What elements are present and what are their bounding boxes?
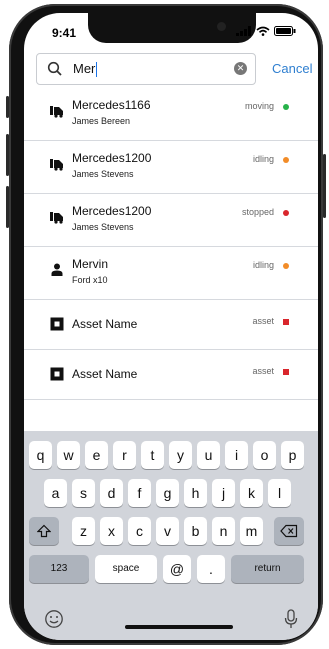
item-subtitle: James Stevens bbox=[72, 222, 134, 232]
search-icon bbox=[47, 61, 62, 76]
status-time: 9:41 bbox=[52, 26, 77, 40]
key-c[interactable]: c bbox=[128, 517, 151, 545]
space-key[interactable]: space bbox=[95, 555, 157, 583]
key-f[interactable]: f bbox=[128, 479, 151, 507]
backspace-icon bbox=[280, 524, 298, 538]
list-item[interactable]: Mercedes1166 James Bereen moving bbox=[24, 88, 318, 141]
asset-square-icon bbox=[50, 367, 64, 381]
key-d[interactable]: d bbox=[100, 479, 123, 507]
home-indicator[interactable] bbox=[125, 625, 233, 629]
battery-icon bbox=[274, 26, 296, 36]
cancel-button[interactable]: Cancel bbox=[272, 61, 312, 76]
truck-icon bbox=[50, 159, 63, 171]
key-r[interactable]: r bbox=[113, 441, 136, 469]
dot-key[interactable]: . bbox=[197, 555, 225, 583]
item-title: Asset Name bbox=[72, 317, 138, 331]
power-button bbox=[323, 154, 326, 218]
screen: 9:41 Mer ✕ Cancel Mercedes1166 James Ber… bbox=[24, 13, 318, 640]
wifi-icon bbox=[256, 26, 270, 36]
key-l[interactable]: l bbox=[268, 479, 291, 507]
list-item[interactable]: Asset Name asset bbox=[24, 350, 318, 400]
item-subtitle: James Stevens bbox=[72, 169, 134, 179]
keyboard: q w e r t y u i o p a s d f g h j k l z … bbox=[24, 431, 318, 640]
item-subtitle: James Bereen bbox=[72, 116, 131, 126]
volume-down-button bbox=[6, 186, 9, 228]
status-icons bbox=[236, 26, 296, 36]
key-m[interactable]: m bbox=[240, 517, 263, 545]
list-item[interactable]: Mervin Ford x10 idling bbox=[24, 247, 318, 300]
key-g[interactable]: g bbox=[156, 479, 179, 507]
signal-icon bbox=[236, 26, 251, 36]
item-status: stopped bbox=[241, 207, 274, 217]
key-p[interactable]: p bbox=[281, 441, 304, 469]
key-k[interactable]: k bbox=[240, 479, 263, 507]
key-b[interactable]: b bbox=[184, 517, 207, 545]
search-input[interactable]: Mer bbox=[73, 61, 98, 78]
key-w[interactable]: w bbox=[57, 441, 80, 469]
delete-key[interactable] bbox=[274, 517, 304, 545]
key-i[interactable]: i bbox=[225, 441, 248, 469]
list-item[interactable]: Mercedes1200 James Stevens stopped bbox=[24, 194, 318, 247]
key-h[interactable]: h bbox=[184, 479, 207, 507]
results-list: Mercedes1166 James Bereen moving Mercede… bbox=[24, 88, 318, 400]
volume-up-button bbox=[6, 134, 9, 176]
key-q[interactable]: q bbox=[29, 441, 52, 469]
item-title: Asset Name bbox=[72, 367, 138, 381]
status-dot bbox=[283, 263, 289, 269]
key-s[interactable]: s bbox=[72, 479, 95, 507]
clear-icon[interactable]: ✕ bbox=[234, 62, 247, 75]
key-u[interactable]: u bbox=[197, 441, 220, 469]
truck-icon bbox=[50, 106, 63, 118]
status-dot bbox=[283, 157, 289, 163]
key-t[interactable]: t bbox=[141, 441, 164, 469]
item-title: Mercedes1200 bbox=[72, 151, 152, 165]
mute-switch bbox=[6, 96, 9, 118]
truck-icon bbox=[50, 212, 63, 224]
key-a[interactable]: a bbox=[44, 479, 67, 507]
camera bbox=[217, 22, 226, 31]
item-status: idling bbox=[252, 154, 274, 164]
item-title: Mervin bbox=[72, 257, 109, 271]
key-j[interactable]: j bbox=[212, 479, 235, 507]
status-dot bbox=[283, 210, 289, 216]
item-status: asset bbox=[252, 366, 274, 376]
key-o[interactable]: o bbox=[253, 441, 276, 469]
item-status: moving bbox=[244, 101, 274, 111]
item-status: asset bbox=[252, 316, 274, 326]
list-item[interactable]: Mercedes1200 James Stevens idling bbox=[24, 141, 318, 194]
key-n[interactable]: n bbox=[212, 517, 235, 545]
item-subtitle: Ford x10 bbox=[72, 275, 108, 285]
shift-key[interactable] bbox=[29, 517, 59, 545]
emoji-icon[interactable] bbox=[44, 609, 64, 629]
key-e[interactable]: e bbox=[85, 441, 108, 469]
status-square bbox=[283, 369, 289, 375]
numbers-key[interactable]: 123 bbox=[29, 555, 89, 583]
return-key[interactable]: return bbox=[231, 555, 304, 583]
item-title: Mercedes1200 bbox=[72, 204, 152, 218]
item-status: idling bbox=[252, 260, 274, 270]
key-v[interactable]: v bbox=[156, 517, 179, 545]
key-z[interactable]: z bbox=[72, 517, 95, 545]
item-title: Mercedes1166 bbox=[72, 98, 151, 112]
shift-icon bbox=[36, 524, 52, 538]
key-y[interactable]: y bbox=[169, 441, 192, 469]
key-x[interactable]: x bbox=[100, 517, 123, 545]
at-key[interactable]: @ bbox=[163, 555, 191, 583]
notch bbox=[88, 13, 256, 43]
search-field[interactable]: Mer ✕ bbox=[36, 53, 256, 85]
list-item[interactable]: Asset Name asset bbox=[24, 300, 318, 350]
status-dot bbox=[283, 104, 289, 110]
person-icon bbox=[51, 263, 63, 276]
asset-square-icon bbox=[50, 317, 64, 331]
status-square bbox=[283, 319, 289, 325]
microphone-icon[interactable] bbox=[284, 609, 298, 629]
